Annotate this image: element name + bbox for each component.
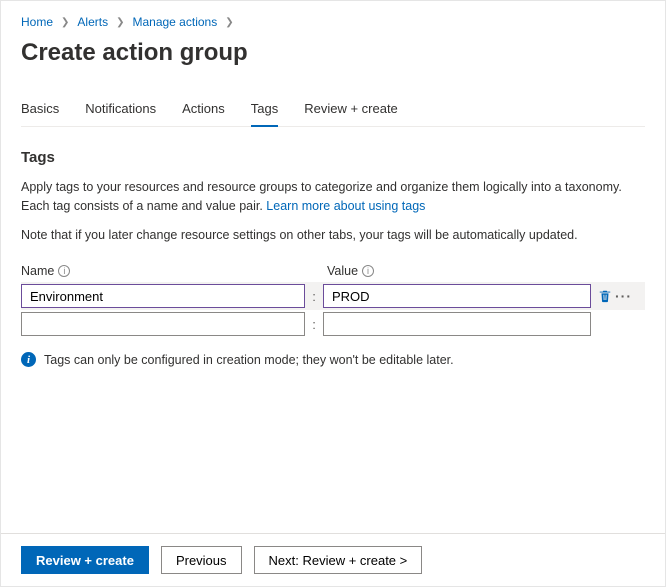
chevron-right-icon: ❯: [57, 17, 73, 28]
col-header-value: Value: [327, 264, 358, 278]
next-button[interactable]: Next: Review + create >: [254, 546, 423, 574]
page-title: Create action group: [21, 39, 645, 67]
delete-icon[interactable]: [595, 286, 615, 306]
col-header-name: Name: [21, 264, 54, 278]
tab-tags[interactable]: Tags: [251, 95, 278, 126]
chevron-right-icon: ❯: [221, 17, 237, 28]
crumb-manage-actions[interactable]: Manage actions: [132, 15, 217, 29]
tag-name-input[interactable]: [21, 312, 305, 336]
tag-value-input[interactable]: [323, 312, 591, 336]
tag-row: : ···: [21, 282, 645, 310]
chevron-right-icon: ❯: [112, 17, 128, 28]
breadcrumb: Home ❯ Alerts ❯ Manage actions ❯: [21, 9, 645, 33]
tab-review-create[interactable]: Review + create: [304, 95, 398, 126]
crumb-home[interactable]: Home: [21, 15, 53, 29]
info-icon: i: [21, 352, 36, 367]
tabs: Basics Notifications Actions Tags Review…: [21, 95, 645, 127]
footer: Review + create Previous Next: Review + …: [1, 533, 665, 586]
section-note: Note that if you later change resource s…: [21, 226, 645, 245]
tag-row: :: [21, 310, 645, 338]
more-icon[interactable]: ···: [615, 288, 632, 304]
crumb-alerts[interactable]: Alerts: [77, 15, 108, 29]
tag-name-input[interactable]: [21, 284, 305, 308]
info-icon[interactable]: i: [362, 265, 374, 277]
tab-basics[interactable]: Basics: [21, 95, 59, 126]
tab-actions[interactable]: Actions: [182, 95, 225, 126]
tag-value-input[interactable]: [323, 284, 591, 308]
row-separator: :: [305, 289, 323, 304]
review-create-button[interactable]: Review + create: [21, 546, 149, 574]
section-heading: Tags: [21, 149, 645, 166]
section-description: Apply tags to your resources and resourc…: [21, 178, 645, 216]
previous-button[interactable]: Previous: [161, 546, 242, 574]
creation-mode-note: Tags can only be configured in creation …: [44, 353, 454, 367]
row-separator: :: [305, 317, 323, 332]
learn-more-link[interactable]: Learn more about using tags: [266, 199, 425, 213]
tab-notifications[interactable]: Notifications: [85, 95, 156, 126]
info-icon[interactable]: i: [58, 265, 70, 277]
